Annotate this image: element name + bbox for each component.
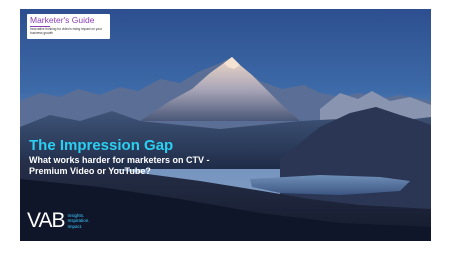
vab-logo-mark: VAB <box>27 209 65 232</box>
vab-tagline-impact: Impact. <box>67 223 83 229</box>
vab-logo: VAB Insights. Inspiration. Impact. <box>27 209 89 233</box>
presentation-slide: Marketer's Guide Innovative thinking for… <box>20 9 431 241</box>
slide-title: The Impression Gap <box>29 137 174 154</box>
guide-subtitle: Innovative thinking for video's rising i… <box>30 27 103 35</box>
marketers-guide-badge: Marketer's Guide Innovative thinking for… <box>27 14 110 39</box>
mountain-landscape-image <box>20 9 431 241</box>
vab-taglines: Insights. Inspiration. Impact. <box>67 213 89 230</box>
guide-title: Marketer's Guide <box>30 15 95 25</box>
slide-subtitle: What works harder for marketers on CTV -… <box>29 155 210 176</box>
